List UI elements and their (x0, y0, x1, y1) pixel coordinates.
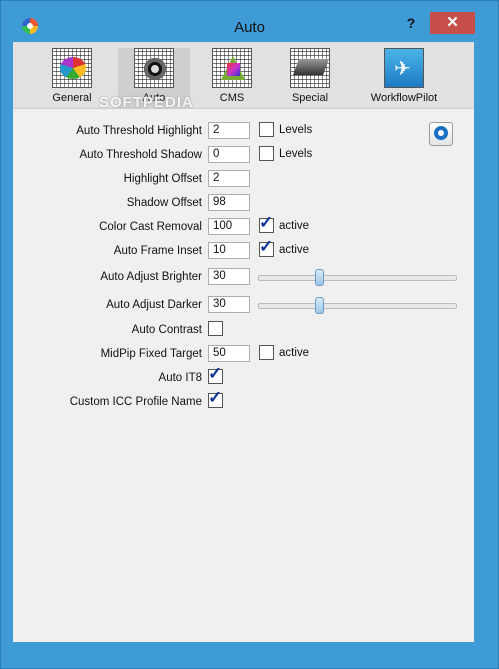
adjust-darker-slider-thumb[interactable] (315, 297, 324, 314)
threshold-shadow-levels-label: Levels (279, 148, 313, 160)
threshold-highlight-levels-label: Levels (279, 124, 313, 136)
auto-contrast-label: Auto Contrast (131, 324, 202, 336)
adjust-brighter-slider-thumb[interactable] (315, 269, 324, 286)
threshold-highlight-levels-checkbox[interactable] (259, 122, 274, 137)
tab-toolbar: General Auto CMS Special ✈ WorkflowPilot… (13, 42, 474, 111)
client-area: General Auto CMS Special ✈ WorkflowPilot… (13, 42, 474, 642)
tab-workflowpilot[interactable]: ✈ WorkflowPilot (367, 48, 441, 108)
color-cast-input[interactable]: 100 (208, 218, 250, 235)
frame-inset-active-label: active (279, 244, 310, 256)
airplane-icon: ✈ (384, 48, 424, 88)
color-wheel-icon (52, 48, 92, 88)
auto-it8-checkbox[interactable] (208, 364, 223, 384)
midpip-target-input[interactable]: 50 (208, 345, 250, 362)
shadow-offset-label: Shadow Offset (126, 197, 202, 209)
adjust-brighter-label: Auto Adjust Brighter (100, 271, 202, 283)
row-adjust-darker: Auto Adjust Darker 30 (13, 296, 474, 316)
tab-special-label: Special (291, 92, 329, 104)
threshold-highlight-input[interactable]: 2 (208, 122, 250, 139)
row-frame-inset: Auto Frame Inset 10 active (13, 237, 474, 262)
shadow-offset-input[interactable]: 98 (208, 194, 250, 211)
custom-icc-checkbox[interactable] (208, 388, 223, 408)
row-adjust-brighter: Auto Adjust Brighter 30 (13, 268, 474, 288)
auto-contrast-checkbox[interactable] (208, 321, 223, 336)
row-threshold-shadow: Auto Threshold Shadow 0 Levels (13, 146, 474, 166)
frame-inset-input[interactable]: 10 (208, 242, 250, 259)
adjust-brighter-input[interactable]: 30 (208, 268, 250, 285)
frame-inset-label: Auto Frame Inset (113, 245, 202, 257)
watermark: SOFTPEDIA (99, 94, 194, 111)
midpip-active-checkbox[interactable] (259, 345, 274, 360)
tab-general[interactable]: General (36, 48, 108, 108)
adjust-darker-input[interactable]: 30 (208, 296, 250, 313)
row-auto-it8: Auto IT8 (13, 364, 474, 389)
dialog-window: Auto ? ✕ General Auto CMS Special ✈ Work… (0, 0, 499, 669)
midpip-target-label: MidPip Fixed Target (100, 348, 202, 360)
row-threshold-highlight: Auto Threshold Highlight 2 Levels (13, 122, 474, 142)
color-gamut-icon (212, 48, 252, 88)
color-cast-label: Color Cast Removal (99, 221, 202, 233)
threshold-shadow-levels-checkbox[interactable] (259, 146, 274, 161)
window-title: Auto (234, 19, 265, 36)
scanner-icon (290, 48, 330, 88)
close-button[interactable]: ✕ (430, 12, 475, 34)
highlight-offset-label: Highlight Offset (123, 173, 202, 185)
adjust-brighter-slider[interactable] (258, 269, 457, 286)
threshold-shadow-label: Auto Threshold Shadow (79, 149, 202, 161)
tab-special[interactable]: Special (274, 48, 346, 108)
row-custom-icc: Custom ICC Profile Name (13, 388, 474, 413)
row-color-cast: Color Cast Removal 100 active (13, 213, 474, 238)
tab-cms-label: CMS (219, 92, 245, 104)
tab-cms[interactable]: CMS (196, 48, 268, 108)
tab-general-label: General (52, 92, 92, 104)
row-midpip-target: MidPip Fixed Target 50 active (13, 345, 474, 365)
row-highlight-offset: Highlight Offset 2 (13, 170, 474, 190)
auto-it8-label: Auto IT8 (158, 372, 202, 384)
adjust-darker-slider[interactable] (258, 297, 457, 314)
frame-inset-active-checkbox[interactable] (259, 237, 274, 257)
highlight-offset-input[interactable]: 2 (208, 170, 250, 187)
tab-workflowpilot-label: WorkflowPilot (370, 92, 438, 104)
row-auto-contrast: Auto Contrast (13, 321, 474, 341)
help-button[interactable]: ? (401, 15, 421, 33)
threshold-highlight-label: Auto Threshold Highlight (76, 125, 202, 137)
title-bar[interactable]: Auto ? ✕ (1, 1, 498, 42)
midpip-active-label: active (279, 347, 310, 359)
color-cast-active-checkbox[interactable] (259, 213, 274, 233)
color-cast-active-label: active (279, 220, 310, 232)
row-shadow-offset: Shadow Offset 98 (13, 194, 474, 214)
aperture-icon (134, 48, 174, 88)
custom-icc-label: Custom ICC Profile Name (69, 396, 202, 408)
threshold-shadow-input[interactable]: 0 (208, 146, 250, 163)
adjust-darker-label: Auto Adjust Darker (106, 299, 202, 311)
